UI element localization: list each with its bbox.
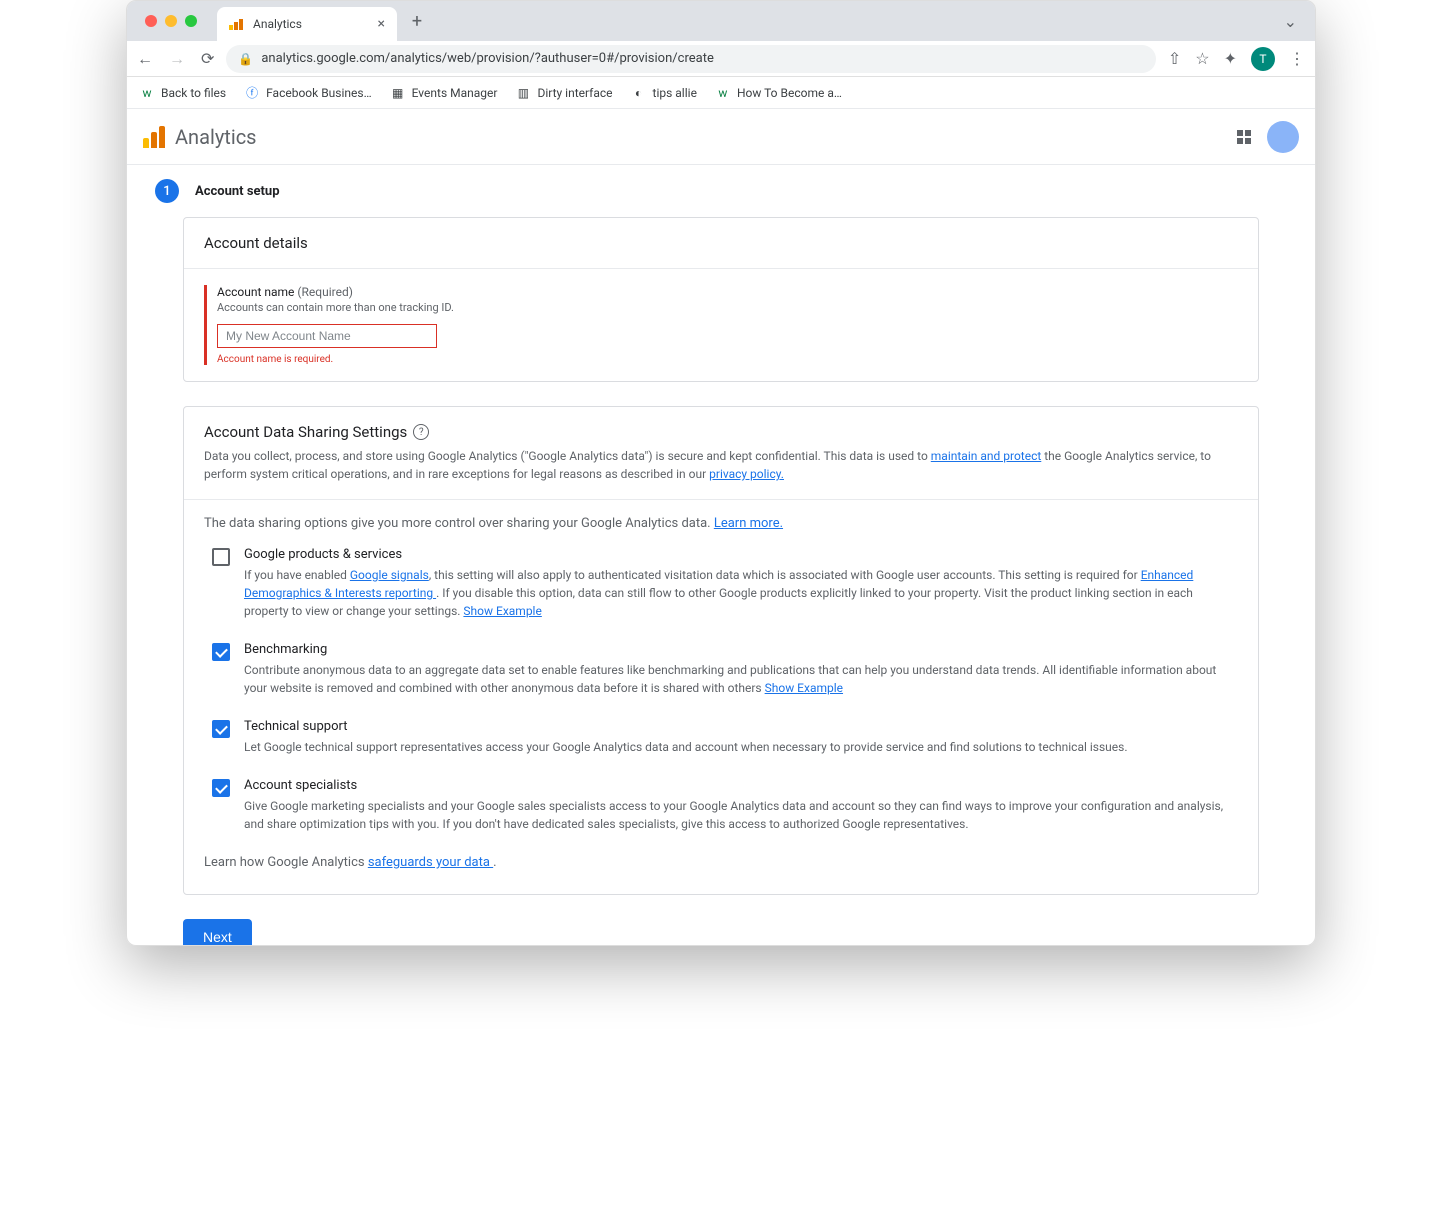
- extensions-icon[interactable]: ✦: [1224, 49, 1237, 68]
- next-button[interactable]: Next: [183, 919, 252, 945]
- tab-title: Analytics: [253, 17, 302, 31]
- option-description: Let Google technical support representat…: [244, 738, 1230, 756]
- app-header: Analytics: [127, 109, 1315, 165]
- bookmarks-bar: wBack to files ⓕFacebook Busines… ▦Event…: [127, 77, 1315, 109]
- option-description: Give Google marketing specialists and yo…: [244, 797, 1230, 833]
- option-google-products: Google products & services If you have e…: [204, 547, 1238, 620]
- show-example-link[interactable]: Show Example: [765, 681, 843, 695]
- account-name-field: Account name (Required) Accounts can con…: [204, 285, 1238, 365]
- analytics-favicon: [229, 16, 245, 32]
- step-header: 1 Account setup: [127, 165, 1315, 217]
- section-description: Data you collect, process, and store usi…: [204, 447, 1238, 483]
- main-content: 1 Account setup Account details Account …: [127, 165, 1315, 945]
- field-error: Account name is required.: [217, 354, 1238, 365]
- tab-bar: Analytics × + ⌄: [127, 1, 1315, 41]
- lock-icon: 🔒: [238, 52, 253, 66]
- share-icon[interactable]: ⇧: [1168, 49, 1181, 68]
- window-minimize[interactable]: [165, 15, 177, 27]
- account-name-input[interactable]: [217, 324, 437, 348]
- bookmark-item[interactable]: ◐tips allie: [631, 85, 697, 101]
- browser-tab[interactable]: Analytics ×: [217, 7, 397, 41]
- url-text: analytics.google.com/analytics/web/provi…: [261, 51, 713, 66]
- step-title: Account setup: [195, 184, 280, 199]
- safeguard-text: Learn how Google Analytics safeguards yo…: [204, 855, 1238, 878]
- browser-window: Analytics × + ⌄ ← → ⟳ 🔒 analytics.google…: [126, 0, 1316, 946]
- learn-more-link[interactable]: Learn more.: [714, 516, 783, 531]
- field-label: Account name (Required): [217, 285, 1238, 299]
- option-description: If you have enabled Google signals, this…: [244, 566, 1230, 620]
- option-account-specialists: Account specialists Give Google marketin…: [204, 778, 1238, 833]
- bookmark-item[interactable]: wHow To Become a…: [715, 85, 842, 101]
- window-maximize[interactable]: [185, 15, 197, 27]
- tabs-dropdown-icon[interactable]: ⌄: [1276, 12, 1305, 31]
- app-name: Analytics: [175, 125, 257, 149]
- window-close[interactable]: [145, 15, 157, 27]
- option-title: Benchmarking: [244, 642, 1230, 657]
- browser-chrome: Analytics × + ⌄ ← → ⟳ 🔒 analytics.google…: [127, 1, 1315, 109]
- analytics-icon: [143, 126, 165, 148]
- bookmark-item[interactable]: ▦Events Manager: [390, 85, 498, 101]
- show-example-link[interactable]: Show Example: [463, 604, 541, 618]
- step-number: 1: [155, 179, 179, 203]
- checkbox-specialists[interactable]: [212, 779, 230, 797]
- privacy-policy-link[interactable]: privacy policy.: [709, 467, 784, 481]
- google-signals-link[interactable]: Google signals: [350, 568, 429, 582]
- safeguards-link[interactable]: safeguards your data: [368, 855, 493, 870]
- address-bar: ← → ⟳ 🔒 analytics.google.com/analytics/w…: [127, 41, 1315, 77]
- help-icon[interactable]: ?: [413, 424, 429, 440]
- options-intro: The data sharing options give you more c…: [204, 516, 1238, 531]
- nav-buttons: ← → ⟳: [137, 49, 214, 69]
- apps-icon[interactable]: [1237, 130, 1251, 144]
- forward-icon[interactable]: →: [169, 49, 185, 69]
- checkbox-benchmarking[interactable]: [212, 643, 230, 661]
- close-tab-icon[interactable]: ×: [378, 16, 385, 32]
- bookmark-item[interactable]: ▥Dirty interface: [515, 85, 612, 101]
- field-help: Accounts can contain more than one track…: [217, 301, 1238, 314]
- checkbox-tech-support[interactable]: [212, 720, 230, 738]
- traffic-lights: [137, 15, 205, 27]
- url-field[interactable]: 🔒 analytics.google.com/analytics/web/pro…: [226, 45, 1155, 73]
- menu-icon[interactable]: ⋮: [1289, 49, 1305, 68]
- analytics-logo[interactable]: Analytics: [143, 125, 257, 149]
- bookmark-icon[interactable]: ☆: [1195, 49, 1209, 68]
- reload-icon[interactable]: ⟳: [201, 49, 214, 69]
- data-sharing-card: Account Data Sharing Settings ? Data you…: [183, 406, 1259, 895]
- bookmark-item[interactable]: wBack to files: [139, 85, 226, 101]
- option-technical-support: Technical support Let Google technical s…: [204, 719, 1238, 756]
- new-tab-button[interactable]: +: [403, 7, 431, 35]
- option-title: Technical support: [244, 719, 1230, 734]
- option-description: Contribute anonymous data to an aggregat…: [244, 661, 1230, 697]
- toolbar-right: ⇧ ☆ ✦ T ⋮: [1168, 47, 1305, 71]
- profile-avatar[interactable]: T: [1251, 47, 1275, 71]
- account-details-card: Account details Account name (Required) …: [183, 217, 1259, 382]
- back-icon[interactable]: ←: [137, 49, 153, 69]
- option-title: Account specialists: [244, 778, 1230, 793]
- card-title: Account details: [184, 218, 1258, 269]
- user-avatar[interactable]: [1267, 121, 1299, 153]
- header-right: [1237, 121, 1299, 153]
- section-title: Account Data Sharing Settings ?: [204, 423, 1238, 441]
- checkbox-products[interactable]: [212, 548, 230, 566]
- option-title: Google products & services: [244, 547, 1230, 562]
- maintain-link[interactable]: maintain and protect: [931, 449, 1042, 463]
- option-benchmarking: Benchmarking Contribute anonymous data t…: [204, 642, 1238, 697]
- bookmark-item[interactable]: ⓕFacebook Busines…: [244, 85, 372, 101]
